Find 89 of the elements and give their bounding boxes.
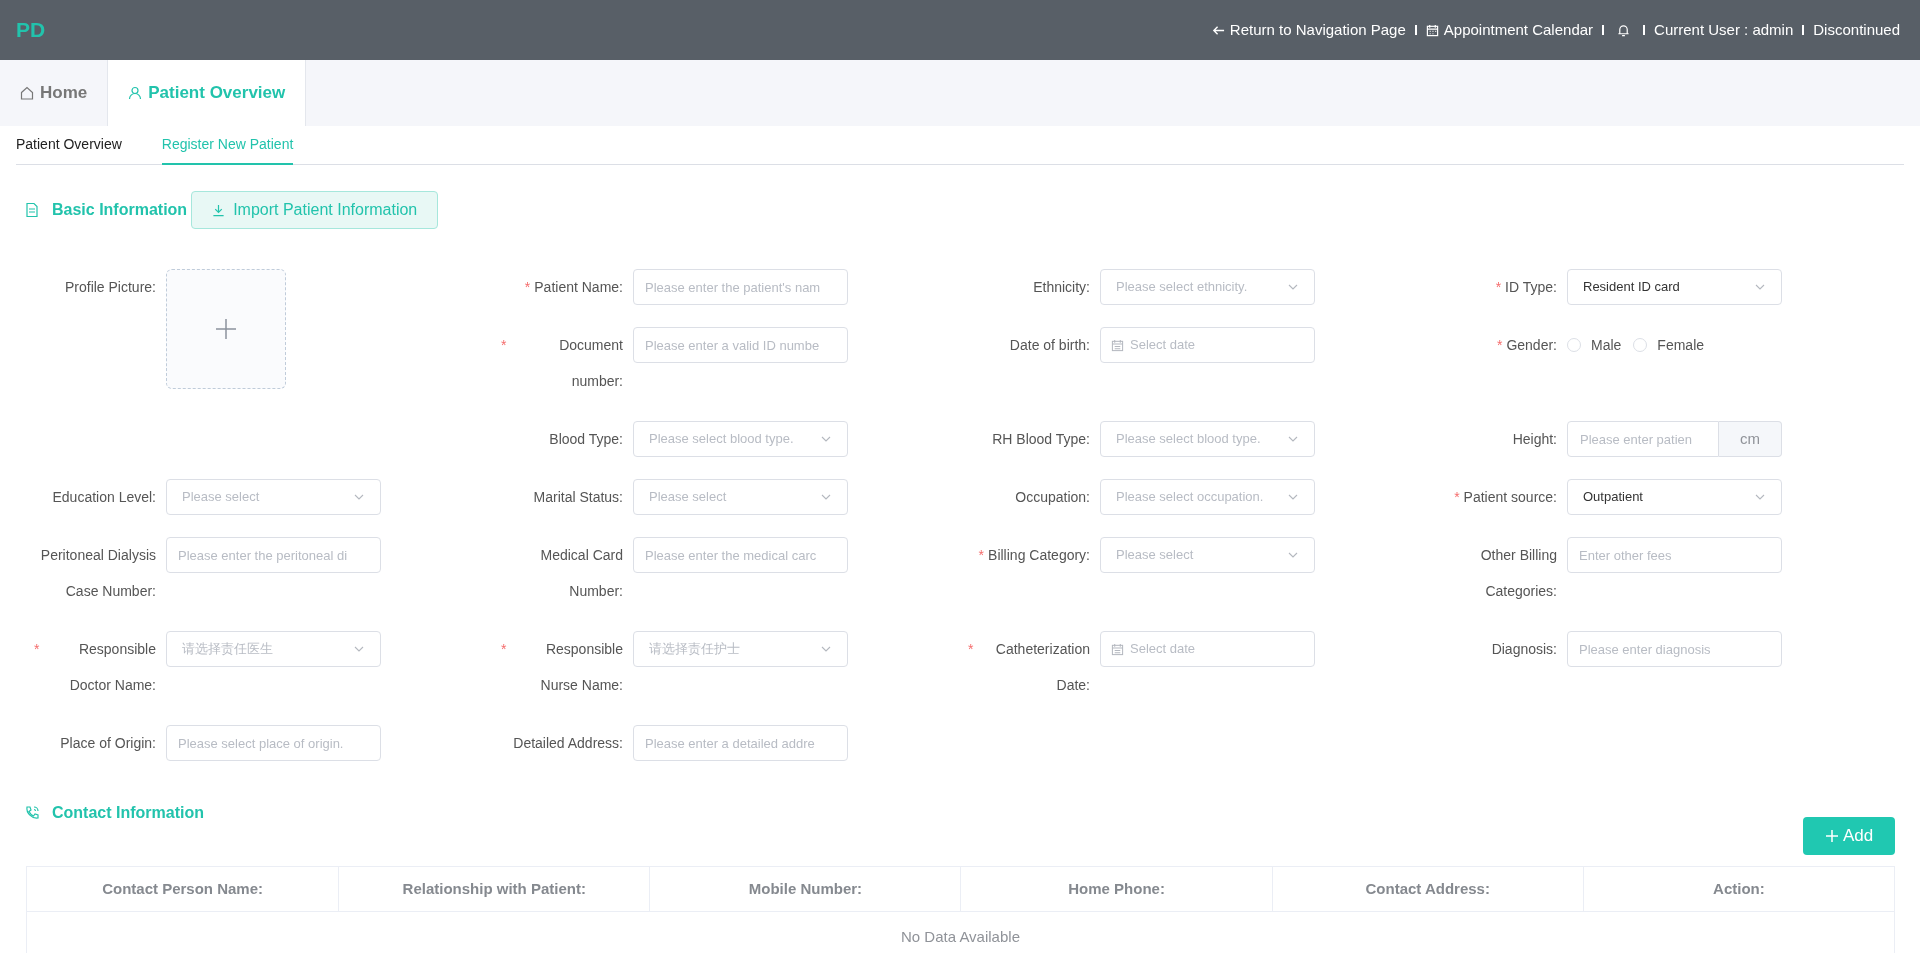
column-header: Mobile Number: (649, 867, 961, 911)
field-label: Blood Type: (549, 430, 623, 449)
field-label: Document number: (558, 336, 623, 391)
import-patient-button[interactable]: Import Patient Information (191, 191, 439, 229)
column-header: Contact Address: (1271, 867, 1583, 911)
section-title: Contact Information (52, 803, 204, 823)
field-label: RH Blood Type: (992, 430, 1090, 449)
field-label: Catheterization Date: (994, 640, 1090, 695)
plus-icon (214, 317, 238, 341)
radio-option[interactable]: Female (1633, 334, 1705, 356)
required-mark: * (1454, 488, 1460, 507)
select-field[interactable]: Outpatient (1567, 479, 1782, 515)
calendar-icon (1111, 338, 1124, 352)
calendar-icon (1425, 23, 1439, 37)
select-field[interactable]: 请选择责任护士 (633, 631, 848, 667)
user-icon (128, 86, 143, 100)
text-field[interactable]: Please enter diagnosis (1567, 631, 1782, 667)
field-label: Education Level: (52, 488, 156, 507)
field-label: Other Billing Categories: (1479, 546, 1557, 601)
plus-icon (1824, 829, 1839, 843)
select-field[interactable]: Please select blood type. (633, 421, 848, 457)
section-title: Basic Information (52, 200, 188, 220)
select-field[interactable]: Please select occupation. (1100, 479, 1315, 515)
header-link[interactable]: Current User : admin (1654, 18, 1794, 42)
nav-tab[interactable]: Home (0, 60, 108, 126)
field-label: Patient source: (1463, 488, 1557, 507)
radio-option[interactable]: Male (1567, 334, 1622, 356)
field-label: Responsible Doctor Name: (68, 640, 156, 695)
header-link[interactable]: Discontinued (1813, 18, 1900, 42)
select-field[interactable]: Please select blood type. (1100, 421, 1315, 457)
select-field[interactable]: Please select (166, 479, 381, 515)
date-field[interactable]: Select date (1100, 631, 1315, 667)
required-mark: * (978, 546, 985, 565)
header-link[interactable]: Return to Navigation Page (1211, 18, 1406, 42)
nav-tab[interactable]: Patient Overview (107, 60, 307, 126)
unit-label: cm (1719, 421, 1782, 457)
field-label: Date of birth: (1009, 336, 1090, 355)
logo: PD (16, 17, 46, 44)
required-mark: * (501, 336, 507, 355)
text-field[interactable]: Please enter the peritoneal di (166, 537, 381, 573)
height-input[interactable]: Please enter patien (1567, 421, 1719, 457)
field-label: Medical Card Number: (539, 546, 623, 601)
required-mark: * (524, 278, 531, 297)
text-field[interactable]: Please enter the medical carc (633, 537, 848, 573)
text-field[interactable]: Please enter a detailed addre (633, 725, 848, 761)
column-header: Contact Person Name: (101, 878, 264, 899)
column-header: Home Phone: (960, 867, 1272, 911)
field-label: Billing Category: (988, 546, 1090, 565)
field-label: Diagnosis: (1491, 640, 1557, 659)
text-field[interactable]: Please select place of origin. (166, 725, 381, 761)
field-label: Height: (1512, 430, 1557, 449)
select-field[interactable]: Please select (633, 479, 848, 515)
select-field[interactable]: Please select ethnicity. (1100, 269, 1315, 305)
required-mark: * (1496, 336, 1503, 355)
select-field[interactable]: Please select (1100, 537, 1315, 573)
empty-table-text: No Data Available (901, 927, 1020, 947)
header-link[interactable]: Appointment Calendar (1425, 18, 1594, 42)
field-label: Detailed Address: (513, 734, 623, 753)
field-label: Responsible Nurse Name: (539, 640, 623, 695)
phone-icon (24, 805, 40, 821)
text-field[interactable]: Enter other fees (1567, 537, 1782, 573)
document-icon (24, 202, 40, 218)
text-field[interactable]: Please enter the patient's nam (633, 269, 848, 305)
field-label: Place of Origin: (60, 734, 156, 753)
field-label: Patient Name: (534, 278, 623, 297)
calendar-icon (1111, 642, 1124, 656)
field-label: Peritoneal Dialysis Case Number: (39, 546, 156, 601)
select-field[interactable]: Resident ID card (1567, 269, 1782, 305)
text-field[interactable]: Please enter a valid ID numbe (633, 327, 848, 363)
sub-tab[interactable]: Register New Patient (161, 134, 294, 165)
sub-tab[interactable]: Patient Overview (16, 134, 122, 165)
home-icon (20, 86, 34, 100)
add-button[interactable]: Add (1803, 817, 1895, 855)
select-field[interactable]: 请选择责任医生 (166, 631, 381, 667)
required-mark: * (501, 640, 507, 659)
required-mark: * (1495, 278, 1502, 297)
column-header: Action: (1582, 867, 1894, 911)
required-mark: * (968, 640, 974, 659)
field-label: Gender: (1506, 336, 1557, 355)
required-mark: * (34, 640, 40, 659)
field-label: Ethnicity: (1033, 278, 1090, 297)
column-header: Relationship with Patient: (338, 867, 650, 911)
download-icon (212, 203, 226, 217)
field-label: Marital Status: (533, 488, 623, 507)
bell-icon (1617, 23, 1631, 37)
field-label: Profile Picture: (64, 278, 156, 297)
field-label: Occupation: (1015, 488, 1090, 507)
date-field[interactable]: Select date (1100, 327, 1315, 363)
field-label: ID Type: (1505, 278, 1557, 297)
